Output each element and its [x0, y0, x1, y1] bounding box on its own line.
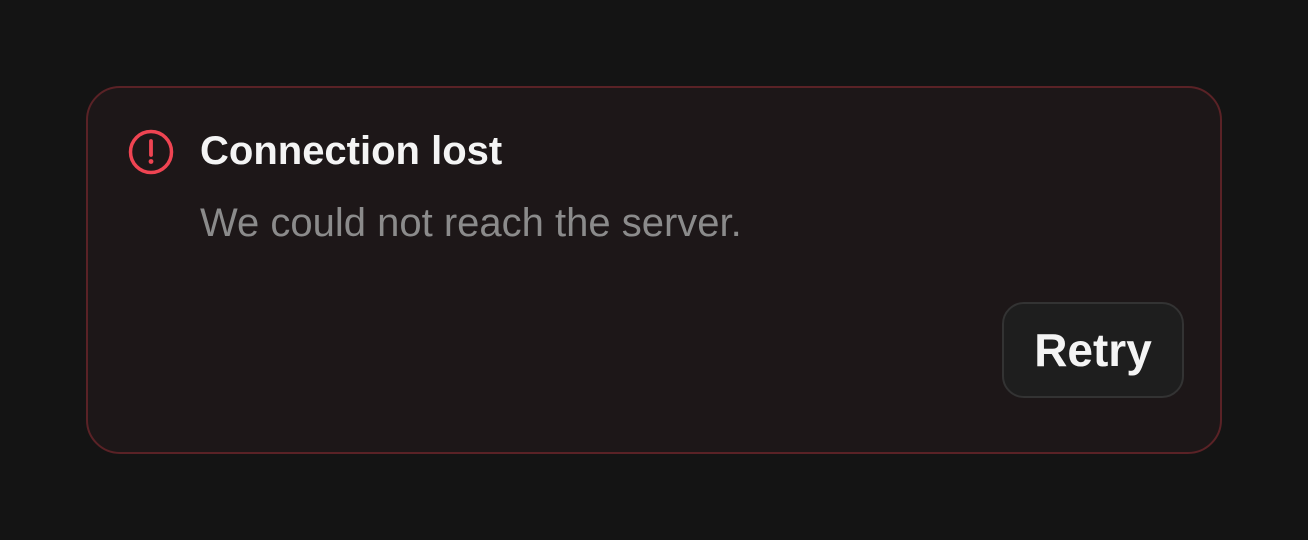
retry-button[interactable]: Retry [1002, 302, 1184, 398]
alert-title: Connection lost [200, 129, 503, 173]
error-alert-card: Connection lost We could not reach the s… [86, 86, 1222, 454]
alert-message: We could not reach the server. [200, 201, 742, 245]
alert-circle-icon [128, 129, 174, 175]
